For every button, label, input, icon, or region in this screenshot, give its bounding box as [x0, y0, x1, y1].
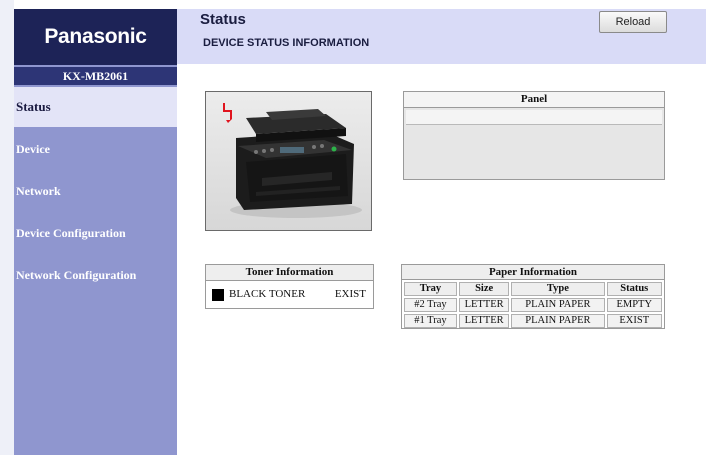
panel-display: Panel [403, 91, 665, 180]
column-header-status: Status [606, 282, 662, 296]
toner-title: Toner Information [206, 265, 373, 281]
left-edge-strip [0, 0, 14, 455]
page-title: Status [200, 11, 246, 28]
table-row: #1 Tray LETTER PLAIN PAPER EXIST [404, 314, 662, 328]
page-subtitle: DEVICE STATUS INFORMATION [203, 37, 370, 49]
toner-color-swatch [212, 289, 224, 301]
column-header-type: Type [511, 282, 605, 296]
table-row: #2 Tray LETTER PLAIN PAPER EMPTY [404, 298, 662, 312]
toner-name: BLACK TONER [229, 288, 306, 300]
header: Status DEVICE STATUS INFORMATION Reload [177, 9, 706, 64]
column-header-tray: Tray [404, 282, 457, 296]
table-cell: EMPTY [606, 298, 662, 312]
paper-information: Paper Information Tray Size Type Status … [401, 264, 665, 329]
paper-title: Paper Information [402, 265, 664, 280]
panel-title: Panel [404, 92, 664, 108]
sidebar: Panasonic KX-MB2061 Status Device Networ… [14, 9, 177, 455]
toner-information: Toner Information BLACK TONER EXIST [205, 264, 374, 309]
column-header-size: Size [458, 282, 510, 296]
toner-status: EXIST [334, 288, 366, 300]
sidebar-item-device-configuration[interactable]: Device Configuration [14, 213, 177, 253]
table-cell: LETTER [458, 314, 510, 328]
sidebar-item-network[interactable]: Network [14, 171, 177, 211]
sidebar-item-device[interactable]: Device [14, 129, 177, 169]
printer-illustration [223, 103, 362, 218]
table-cell: #1 Tray [404, 314, 457, 328]
paper-table-header: Tray Size Type Status [404, 282, 662, 296]
toner-row: BLACK TONER EXIST [206, 281, 373, 307]
brand-logo: Panasonic [14, 9, 177, 65]
table-cell: EXIST [606, 314, 662, 328]
table-cell: PLAIN PAPER [511, 298, 605, 312]
panel-line [406, 110, 662, 125]
device-image [205, 91, 372, 231]
red-lightning-alert-icon [223, 103, 232, 123]
sidebar-item-status[interactable]: Status [14, 87, 177, 127]
table-cell: PLAIN PAPER [511, 314, 605, 328]
model-name: KX-MB2061 [14, 67, 177, 85]
reload-button[interactable]: Reload [599, 11, 667, 33]
paper-table: Tray Size Type Status #2 Tray LETTER PLA… [402, 280, 664, 330]
sidebar-item-network-configuration[interactable]: Network Configuration [14, 255, 177, 295]
table-cell: #2 Tray [404, 298, 457, 312]
table-cell: LETTER [458, 298, 510, 312]
